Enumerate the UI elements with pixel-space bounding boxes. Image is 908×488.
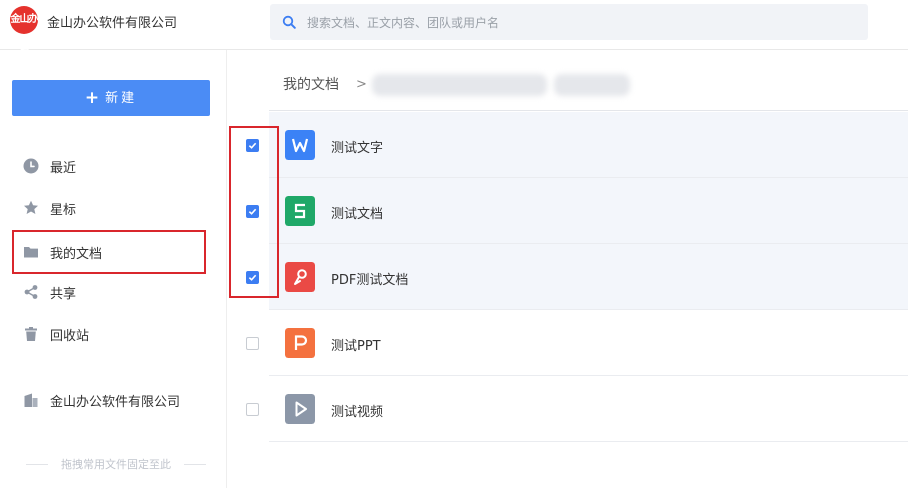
breadcrumb-blurred-segment (372, 74, 547, 96)
pin-files-hint: 拖拽常用文件固定至此 (26, 456, 206, 472)
file-row[interactable]: 测试文档 (246, 178, 908, 244)
row-checkbox[interactable] (246, 337, 259, 350)
sidebar-item-trash[interactable]: 回收站 (12, 314, 206, 354)
breadcrumb-blurred-segment (554, 74, 630, 96)
company-name[interactable]: 金山办公软件有限公司 (47, 12, 177, 31)
search-icon (282, 15, 296, 29)
file-row[interactable]: PDF测试文档 (246, 244, 908, 310)
sidebar-item-label: 我的文档 (50, 247, 103, 262)
clock-icon (23, 158, 39, 174)
building-icon (24, 393, 38, 407)
share-icon (24, 285, 38, 299)
sidebar-item-shared[interactable]: 共享 (12, 272, 206, 312)
sidebar-item-label: 星标 (50, 203, 77, 218)
company-logo-icon[interactable]: 金山办公 (10, 6, 39, 53)
folder-icon (24, 247, 38, 258)
file-row[interactable]: 测试视频 (246, 376, 908, 442)
sidebar-item-label: 金山办公软件有限公司 (50, 395, 181, 410)
pdf-doc-icon (285, 262, 315, 292)
file-row[interactable]: 测试PPT (246, 310, 908, 376)
file-name[interactable]: 测试PPT (331, 335, 381, 354)
sidebar-item-recent[interactable]: 最近 (12, 146, 206, 186)
file-name[interactable]: 测试文档 (331, 203, 383, 222)
sidebar: + 新建 最近 星标 我的文档 共享 回收站 金山办公软件有限公司 拖拽常用文件… (0, 50, 227, 488)
file-name[interactable]: 测试文字 (331, 137, 383, 156)
sidebar-item-label: 共享 (50, 287, 77, 302)
file-name[interactable]: PDF测试文档 (331, 269, 408, 288)
presentation-doc-icon (285, 328, 315, 358)
sidebar-item-my-documents[interactable]: 我的文档 (12, 230, 206, 274)
row-checkbox[interactable] (246, 403, 259, 416)
search-input[interactable]: 搜索文档、正文内容、团队或用户名 (270, 4, 868, 40)
spreadsheet-doc-icon (285, 196, 315, 226)
top-bar: 金山办公 金山办公软件有限公司 搜索文档、正文内容、团队或用户名 (0, 0, 908, 53)
plus-icon: + (84, 88, 103, 108)
file-name[interactable]: 测试视频 (331, 401, 383, 420)
breadcrumb-root[interactable]: 我的文档 (283, 74, 339, 94)
sidebar-item-company[interactable]: 金山办公软件有限公司 (12, 380, 206, 420)
sidebar-item-label: 回收站 (50, 329, 90, 344)
search-placeholder: 搜索文档、正文内容、团队或用户名 (307, 16, 500, 30)
breadcrumb-separator: > (356, 77, 367, 92)
new-button[interactable]: + 新建 (12, 80, 210, 116)
selection-highlight-box (229, 126, 279, 298)
sidebar-item-label: 最近 (50, 161, 77, 176)
list-header-divider (269, 110, 908, 111)
new-button-label: 新建 (105, 91, 138, 106)
writer-doc-icon (285, 130, 315, 160)
video-file-icon (285, 394, 315, 424)
sidebar-item-starred[interactable]: 星标 (12, 188, 206, 228)
file-row[interactable]: 测试文字 (246, 112, 908, 178)
star-icon (24, 200, 38, 214)
trash-icon (25, 327, 37, 341)
